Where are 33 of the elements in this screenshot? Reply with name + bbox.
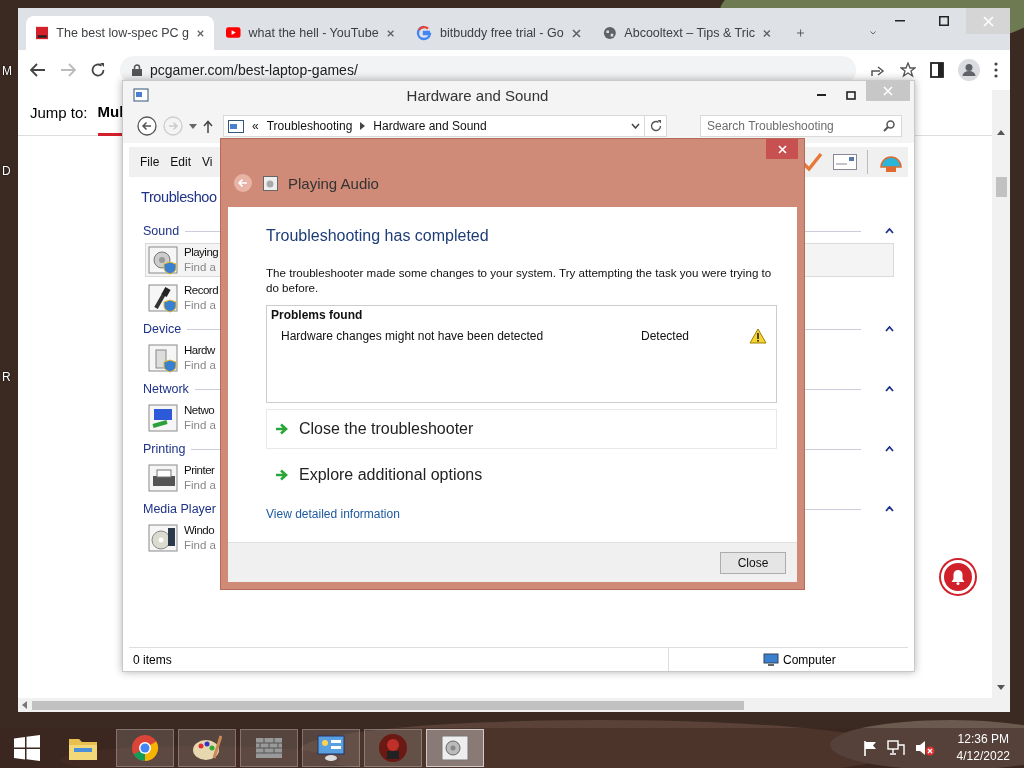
desktop-icon-label: D xyxy=(2,164,11,178)
item-description: Find a xyxy=(184,298,217,313)
item-description: Find a xyxy=(184,478,216,493)
section-title: Printing xyxy=(143,442,186,456)
item-title: Playing xyxy=(184,245,219,260)
item-title: Netwo xyxy=(184,403,216,418)
page-heading: Troubleshoo xyxy=(141,189,217,205)
item-title: Windo xyxy=(184,523,216,538)
item-count: 0 items xyxy=(129,648,669,671)
dialog-message: The troubleshooter made some changes to your system. Try attempting the task you were trying to do before. xyxy=(266,265,773,295)
problem-text: Hardware changes might not have been detected xyxy=(281,329,545,343)
problems-title: Problems found xyxy=(271,308,364,322)
item-description: Find a xyxy=(184,538,216,553)
item-title: Record xyxy=(184,283,219,298)
dialog-heading: Troubleshooting has completed xyxy=(266,227,490,245)
section-title: Media Player xyxy=(143,502,216,516)
jump-label: Jump to: xyxy=(30,104,88,121)
problem-status: Detected xyxy=(641,329,691,343)
item-title: Hardw xyxy=(184,343,216,358)
clock-date: 4/12/2022 xyxy=(956,748,1010,765)
section-title: Device xyxy=(143,322,182,336)
section-title: Sound xyxy=(143,224,180,238)
section-title: Network xyxy=(143,382,189,396)
item-title: Printer xyxy=(184,463,216,478)
item-description: Find a xyxy=(184,260,217,275)
clock-time: 12:36 PM xyxy=(957,731,1009,748)
window-title: Hardware and Sound xyxy=(405,86,550,104)
location-label: Computer xyxy=(783,652,836,667)
desktop-icon-label: M xyxy=(2,64,12,78)
desktop-icon-label: R xyxy=(2,370,11,384)
item-description: Find a xyxy=(184,358,216,373)
dialog-title: Playing Audio xyxy=(288,174,379,192)
item-description: Find a xyxy=(184,418,216,433)
